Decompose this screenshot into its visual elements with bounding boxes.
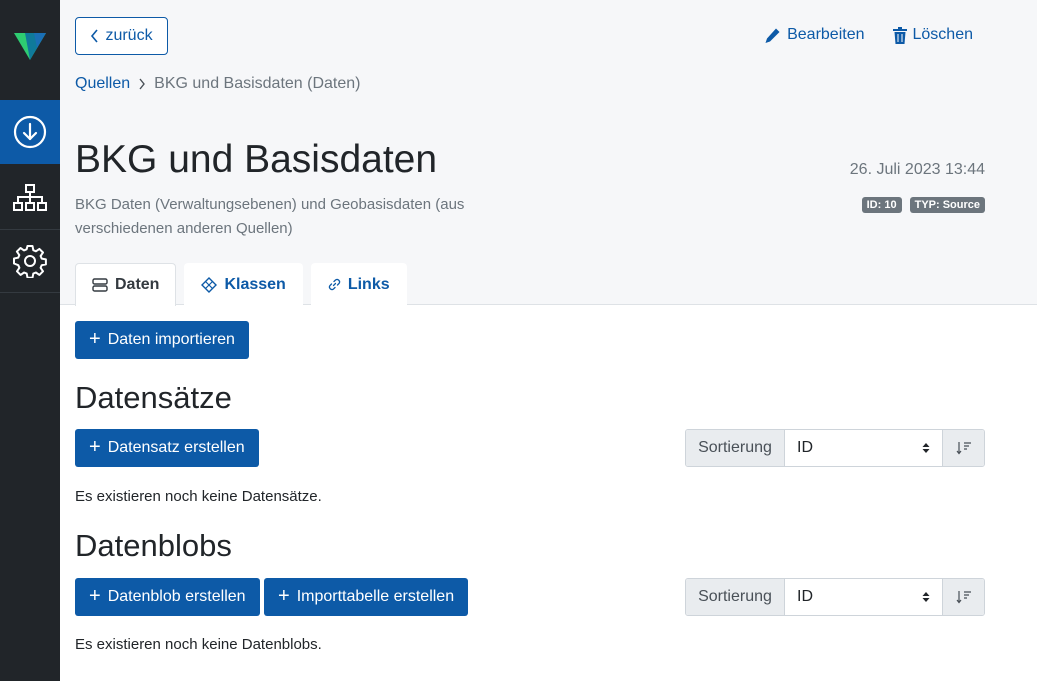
breadcrumb-link-sources[interactable]: Quellen <box>75 75 130 93</box>
pencil-icon <box>765 28 780 43</box>
sort-select-value: ID <box>797 439 813 456</box>
tab-data-label: Daten <box>115 276 160 293</box>
type-badge: TYP: Source <box>909 197 985 213</box>
datasets-sort-group: Sortierung ID <box>685 429 985 467</box>
datasets-empty-message: Es existieren noch keine Datensätze. <box>75 488 322 505</box>
plus-icon: + <box>89 328 101 350</box>
breadcrumb-current: BKG und Basisdaten (Daten) <box>154 75 361 92</box>
header-actions: Bearbeiten Löschen <box>764 26 973 44</box>
edit-button-label: Bearbeiten <box>787 26 865 43</box>
sort-descending-icon <box>956 442 971 455</box>
id-badge: ID: 10 <box>861 197 902 213</box>
select-arrows-icon <box>922 443 930 453</box>
blobs-empty-message: Es existieren noch keine Datenblobs. <box>75 636 322 653</box>
trash-icon <box>892 26 907 44</box>
create-blob-button[interactable]: + Datenblob erstellen <box>75 578 260 616</box>
breadcrumb: Quellen BKG und Basisdaten (Daten) <box>75 75 361 93</box>
back-button[interactable]: zurück <box>75 17 168 55</box>
blobs-sort-direction-button[interactable] <box>943 579 984 615</box>
delete-button-label: Löschen <box>912 26 974 43</box>
page-header: zurück Bearbeiten Löschen Quellen BKG un… <box>60 0 1037 306</box>
sort-label: Sortierung <box>686 579 785 615</box>
sort-label: Sortierung <box>686 430 785 466</box>
blobs-heading: Datenblobs <box>75 528 232 563</box>
gear-icon <box>13 244 47 278</box>
edit-button[interactable]: Bearbeiten <box>764 26 865 44</box>
sort-descending-icon <box>956 591 971 604</box>
diamond-icon <box>201 276 218 293</box>
blobs-sort-group: Sortierung ID <box>685 578 985 616</box>
tab-classes-label: Klassen <box>224 275 286 293</box>
timestamp: 26. Juli 2023 13:44 <box>849 161 985 178</box>
create-dataset-button[interactable]: + Datensatz erstellen <box>75 429 259 467</box>
create-import-table-button[interactable]: + Importtabelle erstellen <box>264 578 469 616</box>
datasets-sort-select[interactable]: ID <box>785 430 943 466</box>
tab-bar: Daten Klassen Links <box>75 263 407 306</box>
create-dataset-label: Datensatz erstellen <box>107 439 245 456</box>
plus-icon: + <box>278 585 290 607</box>
chevron-right-icon <box>139 78 146 90</box>
plus-icon: + <box>89 436 101 458</box>
download-circle-icon <box>13 115 47 149</box>
chevron-left-icon <box>91 29 99 43</box>
server-icon <box>92 278 108 292</box>
select-arrows-icon <box>922 592 930 602</box>
delete-button[interactable]: Löschen <box>892 26 974 44</box>
app-logo[interactable] <box>0 0 60 92</box>
sidebar-item-settings[interactable] <box>0 229 60 293</box>
tab-data[interactable]: Daten <box>75 263 177 306</box>
sidebar-item-sources[interactable] <box>0 100 60 164</box>
tab-classes[interactable]: Klassen <box>184 263 303 305</box>
page-title: BKG und Basisdaten <box>75 138 438 181</box>
sidebar-item-structure[interactable] <box>0 166 60 230</box>
plus-icon: + <box>89 585 101 607</box>
link-icon <box>328 278 340 291</box>
badge-group: ID: 10 TYP: Source <box>861 197 985 213</box>
datasets-heading: Datensätze <box>75 380 232 415</box>
blobs-sort-select[interactable]: ID <box>785 579 943 615</box>
sort-select-value: ID <box>797 588 813 605</box>
back-button-label: zurück <box>105 27 153 44</box>
create-blob-label: Datenblob erstellen <box>107 588 246 605</box>
create-import-table-label: Importtabelle erstellen <box>296 588 455 605</box>
page-description: BKG Daten (Verwaltungsebenen) und Geobas… <box>75 196 465 237</box>
tab-links-label: Links <box>347 275 390 293</box>
tab-links[interactable]: Links <box>310 263 407 305</box>
import-data-label: Daten importieren <box>107 331 235 348</box>
import-data-button[interactable]: + Daten importieren <box>75 321 249 359</box>
sidebar <box>0 0 60 681</box>
sitemap-icon <box>13 183 47 211</box>
datasets-sort-direction-button[interactable] <box>943 430 984 466</box>
